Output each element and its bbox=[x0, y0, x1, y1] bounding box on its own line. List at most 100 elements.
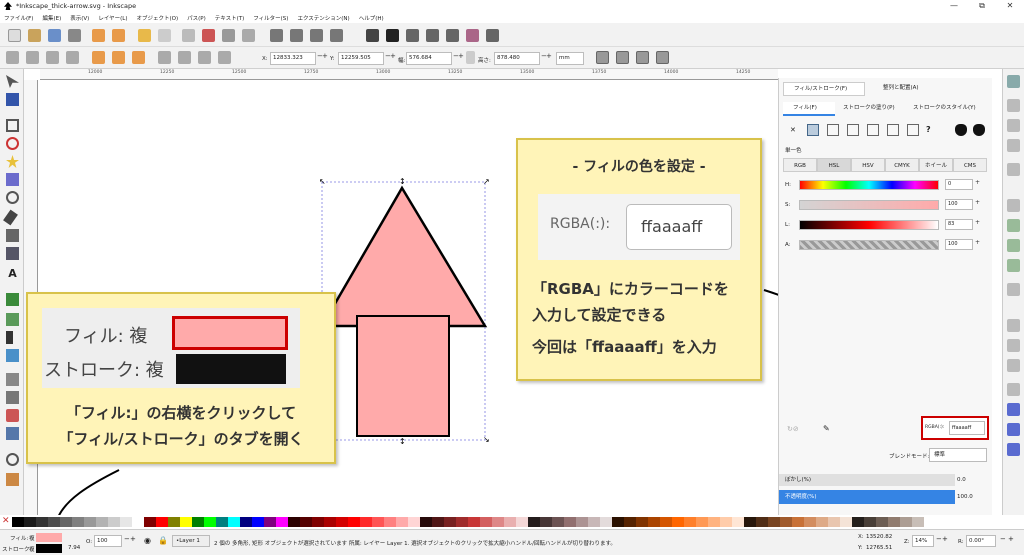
subtab-stroke-paint[interactable]: ストロークの塗り(P) bbox=[839, 102, 903, 116]
resize-handle[interactable]: ↖ bbox=[319, 177, 326, 186]
snap-page-icon[interactable] bbox=[1007, 403, 1020, 416]
opacity-value[interactable]: 100.0 bbox=[957, 494, 973, 500]
snap-cusp-icon[interactable] bbox=[1007, 259, 1020, 272]
layers-dialog-icon[interactable] bbox=[406, 29, 419, 42]
menu-path[interactable]: パス(P) bbox=[187, 14, 206, 22]
palette-swatch[interactable] bbox=[588, 517, 600, 527]
move-gradients-icon[interactable] bbox=[636, 51, 649, 64]
x-field[interactable]: 12833.323 bbox=[270, 52, 316, 65]
opacity-plus-button[interactable]: + bbox=[130, 535, 136, 543]
palette-swatch[interactable] bbox=[828, 517, 840, 527]
undo-icon[interactable] bbox=[92, 29, 105, 42]
blur-slider[interactable]: ぼかし(%) bbox=[779, 474, 955, 486]
palette-swatch[interactable] bbox=[408, 517, 420, 527]
subtab-stroke-style[interactable]: ストロークのスタイル(Y) bbox=[909, 102, 989, 116]
palette-swatch[interactable] bbox=[816, 517, 828, 527]
ungroup-icon[interactable] bbox=[290, 29, 303, 42]
hue-slider[interactable] bbox=[799, 180, 939, 190]
palette-swatch[interactable] bbox=[192, 517, 204, 527]
cut-icon[interactable] bbox=[202, 29, 215, 42]
minimize-button[interactable]: — bbox=[940, 0, 968, 12]
palette-swatch[interactable] bbox=[120, 517, 132, 527]
zoom-tool-icon[interactable] bbox=[6, 453, 19, 466]
palette-swatch[interactable] bbox=[168, 517, 180, 527]
hue-value[interactable]: 0 bbox=[945, 179, 973, 190]
palette-swatch[interactable] bbox=[12, 517, 24, 527]
snap-text-baseline-icon[interactable] bbox=[1007, 383, 1020, 396]
height-plus-button[interactable]: + bbox=[546, 52, 552, 60]
palette-swatch[interactable] bbox=[540, 517, 552, 527]
palette-swatch[interactable] bbox=[336, 517, 348, 527]
paint-bucket-tool-icon[interactable] bbox=[6, 349, 19, 362]
snap-bbox-corner-icon[interactable] bbox=[1007, 139, 1020, 152]
menu-layer[interactable]: レイヤー(L) bbox=[98, 14, 127, 22]
zoom-field[interactable]: 14% bbox=[912, 535, 934, 547]
palette-swatch[interactable] bbox=[264, 517, 276, 527]
rotate-cw-icon[interactable] bbox=[92, 51, 105, 64]
palette-swatch[interactable] bbox=[108, 517, 120, 527]
palette-swatch[interactable] bbox=[240, 517, 252, 527]
color-tab-cms[interactable]: CMS bbox=[953, 158, 987, 172]
text-tool-icon[interactable]: A bbox=[6, 267, 19, 280]
star-tool-icon[interactable] bbox=[6, 155, 19, 168]
palette-swatch[interactable] bbox=[660, 517, 672, 527]
text-dialog-icon[interactable] bbox=[386, 29, 399, 42]
palette-swatch[interactable] bbox=[348, 517, 360, 527]
palette-swatch[interactable] bbox=[324, 517, 336, 527]
node-tool-icon[interactable] bbox=[6, 93, 19, 106]
linear-gradient-icon[interactable] bbox=[827, 124, 839, 136]
resize-handle[interactable]: ↕ bbox=[399, 177, 406, 186]
zoom-minus-button[interactable]: − bbox=[936, 535, 942, 543]
palette-swatch[interactable] bbox=[840, 517, 852, 527]
zoom-selection-icon[interactable] bbox=[138, 29, 151, 42]
palette-swatch[interactable] bbox=[396, 517, 408, 527]
no-color-swatch-icon[interactable]: ✕ bbox=[2, 516, 10, 526]
lightness-value[interactable]: 83 bbox=[945, 219, 973, 230]
palette-swatch[interactable] bbox=[672, 517, 684, 527]
calligraphy-tool-icon[interactable] bbox=[6, 247, 19, 260]
select-all-icon[interactable] bbox=[6, 51, 19, 64]
opacity-minus-button[interactable]: − bbox=[124, 535, 130, 543]
color-tab-cmyk[interactable]: CMYK bbox=[885, 158, 919, 172]
palette-swatch[interactable] bbox=[132, 517, 144, 527]
palette-swatch[interactable] bbox=[888, 517, 900, 527]
palette-swatch[interactable] bbox=[804, 517, 816, 527]
palette-swatch[interactable] bbox=[576, 517, 588, 527]
unit-select[interactable]: mm bbox=[556, 52, 584, 65]
palette-swatch[interactable] bbox=[876, 517, 888, 527]
mesh-gradient-icon[interactable] bbox=[867, 124, 879, 136]
save-icon[interactable] bbox=[48, 29, 61, 42]
palette-swatch[interactable] bbox=[384, 517, 396, 527]
color-tab-hsl[interactable]: HSL bbox=[817, 158, 851, 172]
height-field[interactable]: 878.480 bbox=[494, 52, 540, 65]
palette-swatch[interactable] bbox=[432, 517, 444, 527]
saturation-value[interactable]: 100 bbox=[945, 199, 973, 210]
dropper-icon[interactable]: ✎ bbox=[823, 424, 830, 433]
palette-swatch[interactable] bbox=[792, 517, 804, 527]
snap-toggle-icon[interactable] bbox=[1007, 75, 1020, 88]
palette-swatch[interactable] bbox=[624, 517, 636, 527]
select-all-layers-icon[interactable] bbox=[26, 51, 39, 64]
palette-swatch[interactable] bbox=[492, 517, 504, 527]
palette-swatch[interactable] bbox=[480, 517, 492, 527]
no-paint-icon[interactable]: ✕ bbox=[790, 126, 796, 134]
dropper-tool-icon[interactable] bbox=[6, 331, 13, 344]
palette-swatch[interactable] bbox=[72, 517, 84, 527]
mesh-tool-icon[interactable] bbox=[6, 313, 19, 326]
snap-center-icon[interactable] bbox=[1007, 339, 1020, 352]
clone-icon[interactable] bbox=[310, 29, 323, 42]
lightness-plus-button[interactable]: + bbox=[975, 219, 980, 226]
menu-file[interactable]: ファイル(F) bbox=[4, 14, 33, 22]
palette-swatch[interactable] bbox=[84, 517, 96, 527]
width-field[interactable]: 576.684 bbox=[406, 52, 452, 65]
pattern-icon[interactable] bbox=[887, 124, 899, 136]
palette-swatch[interactable] bbox=[444, 517, 456, 527]
palette-swatch[interactable] bbox=[900, 517, 912, 527]
snap-nodes-icon[interactable] bbox=[1007, 199, 1020, 212]
palette-swatch[interactable] bbox=[216, 517, 228, 527]
palette-swatch[interactable] bbox=[780, 517, 792, 527]
palette-swatch[interactable] bbox=[636, 517, 648, 527]
radial-gradient-icon[interactable] bbox=[847, 124, 859, 136]
snap-bbox-midpoint-icon[interactable] bbox=[1007, 163, 1020, 176]
menu-filters[interactable]: フィルター(S) bbox=[253, 14, 288, 22]
